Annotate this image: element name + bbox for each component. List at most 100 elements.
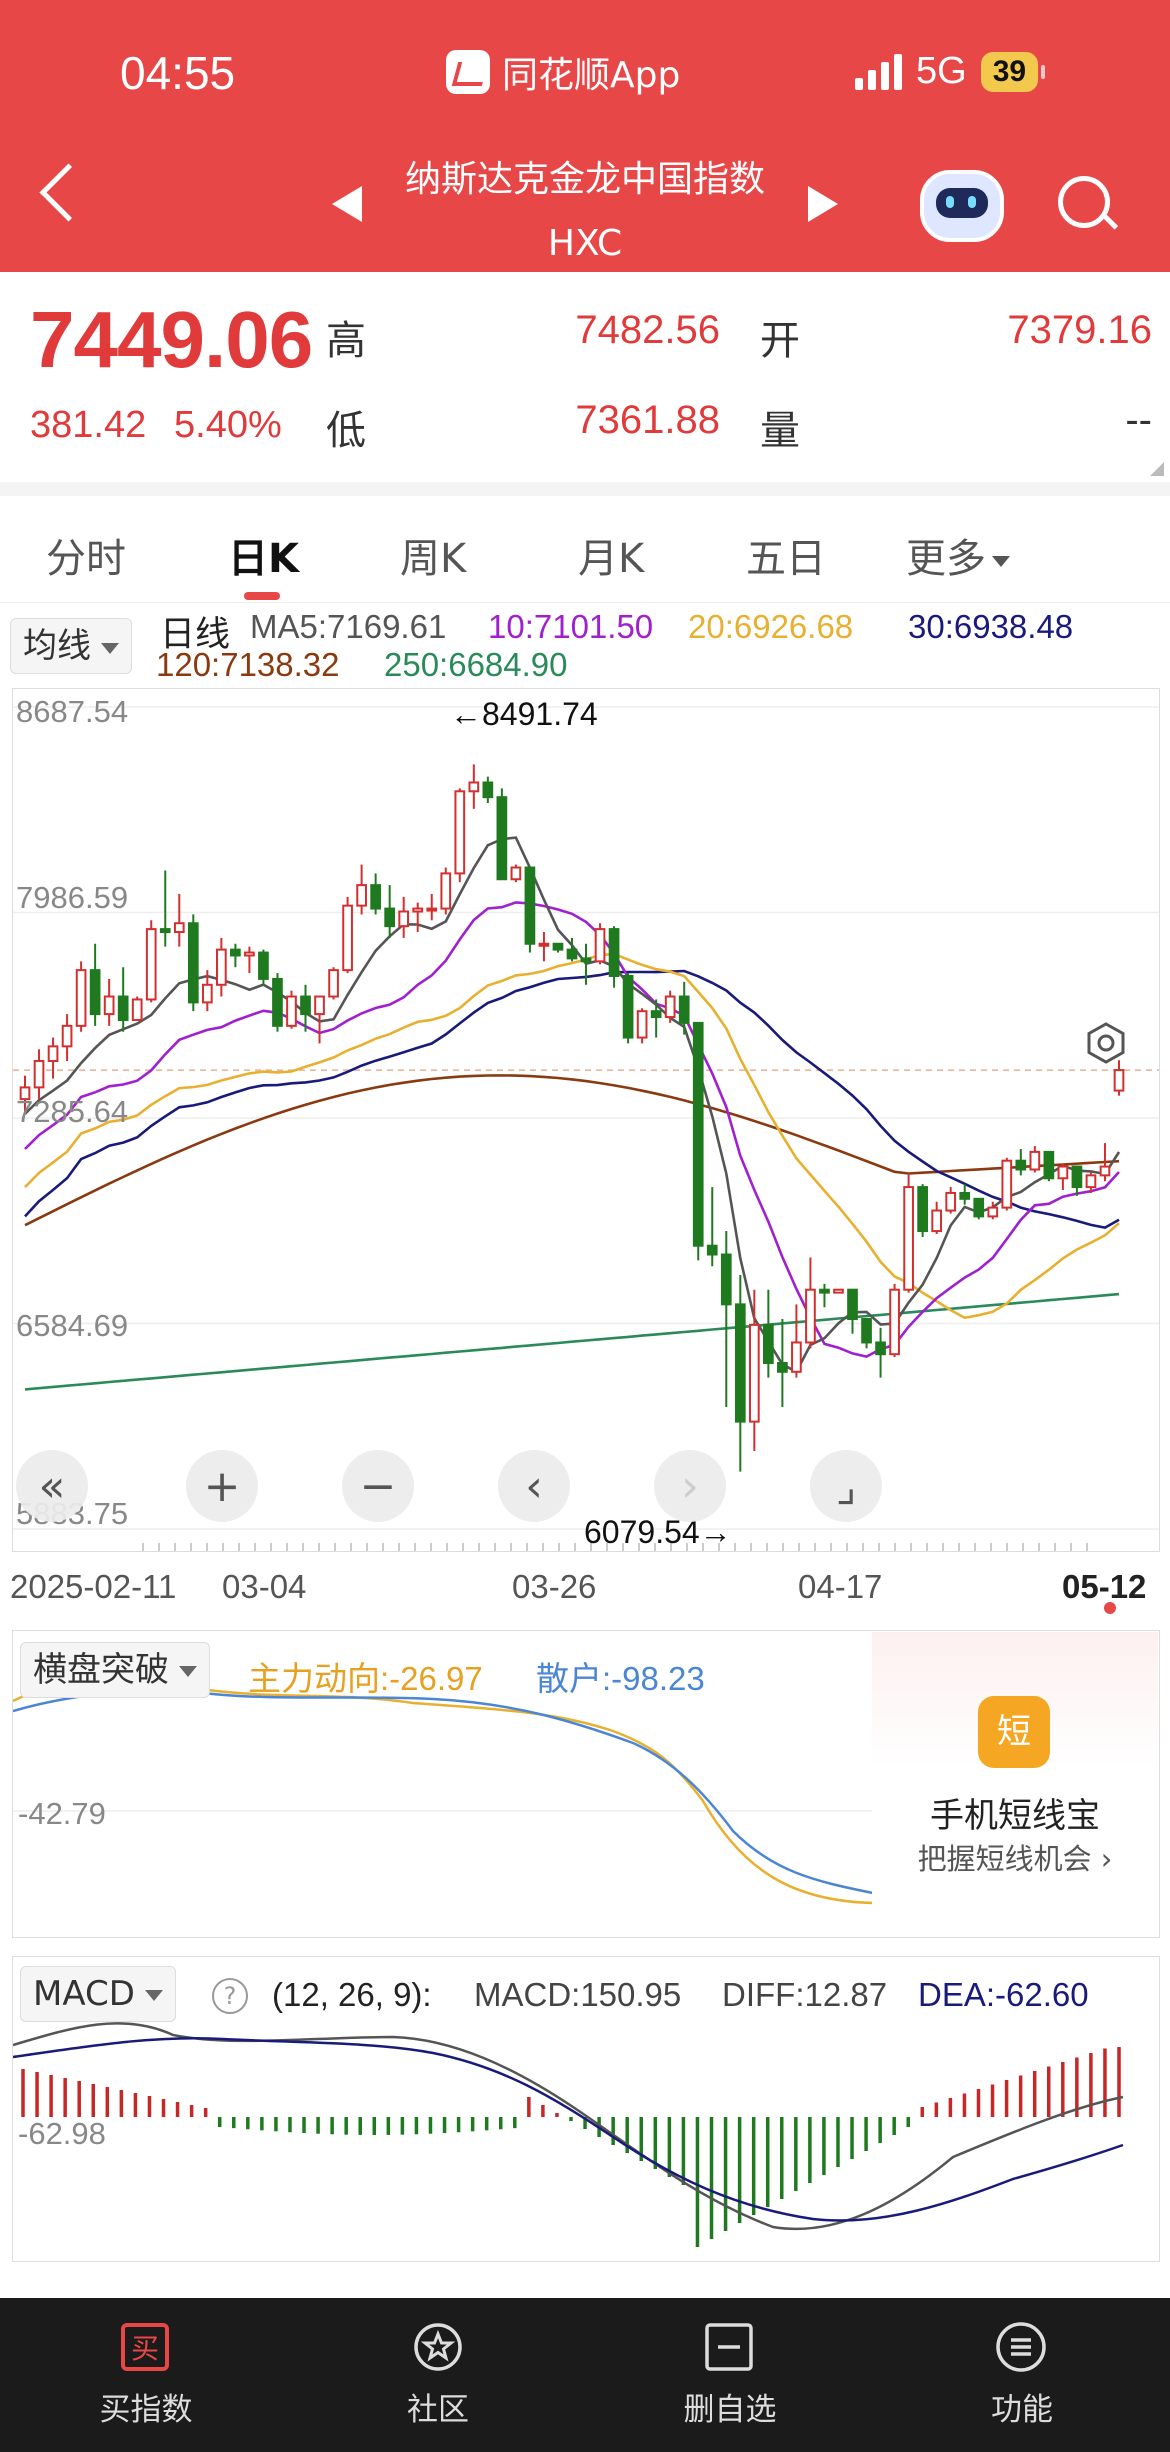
- candle-up: [103, 995, 115, 1016]
- candle-down: [300, 995, 311, 1016]
- nav-community[interactable]: 社区: [292, 2298, 584, 2452]
- volume-label: 量: [760, 408, 800, 454]
- candle-up: [314, 995, 325, 1016]
- kline-svg: [13, 706, 1159, 1551]
- tab-weekly-k[interactable]: 周K: [400, 526, 466, 584]
- candle-down: [763, 1323, 774, 1364]
- candle-down: [1071, 1165, 1083, 1189]
- chevron-down-icon: [992, 555, 1010, 567]
- fullscreen-button[interactable]: ⌟: [810, 1450, 882, 1522]
- candle-down: [706, 1244, 718, 1256]
- app-logo-icon: [446, 50, 490, 94]
- tab-more[interactable]: 更多: [906, 526, 1010, 584]
- candle-up: [454, 790, 466, 875]
- svg-text:买: 买: [131, 2332, 159, 2365]
- x-tick-label: 04-17: [798, 1568, 883, 1605]
- nav-functions[interactable]: 功能: [876, 2298, 1168, 2452]
- help-icon[interactable]: ?: [212, 1978, 248, 2014]
- candle-down: [187, 922, 199, 1004]
- candle-down: [580, 957, 592, 963]
- x-tick-label: 05-12: [1062, 1568, 1147, 1605]
- macd-value: MACD:150.95: [474, 1976, 682, 2013]
- candle-up: [1001, 1159, 1013, 1209]
- chevron-down-icon: [144, 1990, 163, 2001]
- ind2-y-tick: -42.79: [18, 1796, 106, 1831]
- candle-down: [482, 781, 494, 799]
- search-icon[interactable]: [1058, 176, 1110, 228]
- y-tick-label: 7285.64: [16, 1094, 129, 1129]
- ma30-value: 30:6938.48: [908, 608, 1074, 645]
- candle-down: [650, 1010, 662, 1019]
- candle-up: [75, 969, 87, 1027]
- chevron-down-icon: [101, 642, 119, 654]
- kline-chart[interactable]: [12, 688, 1160, 1552]
- tab-intraday[interactable]: 分时: [46, 526, 126, 584]
- nav-remove-watchlist[interactable]: 删自选: [584, 2298, 876, 2452]
- ma250-line: [24, 1292, 1120, 1391]
- low-value: 7361.88: [575, 398, 720, 442]
- instrument-name: 纳斯达克金龙中国指数: [404, 159, 765, 200]
- promo-title: 手机短线宝: [930, 1796, 1100, 1836]
- status-indicators: 5G 39: [855, 50, 1046, 93]
- candle-down: [875, 1341, 886, 1356]
- candle-down: [692, 1021, 704, 1247]
- battery-icon: 39: [980, 51, 1046, 92]
- y-tick-label: 8687.54: [16, 694, 129, 729]
- short-term-icon: 短: [978, 1696, 1050, 1768]
- candle-up: [945, 1191, 957, 1212]
- macd-selector-label: MACD: [33, 1974, 135, 2014]
- main-force-value: 主力动向:-26.97: [248, 1660, 483, 1697]
- candle-down: [678, 995, 690, 1024]
- bottom-nav: 买 买指数 社区 删自选 功能: [0, 2298, 1170, 2452]
- nav-label: 买指数: [99, 2392, 193, 2428]
- candle-up: [356, 884, 367, 907]
- scroll-prev-button[interactable]: ‹: [498, 1450, 570, 1522]
- min-price-label: 6079.54→: [584, 1514, 732, 1550]
- tab-five-day[interactable]: 五日: [746, 526, 826, 584]
- tab-daily-k[interactable]: 日K: [228, 526, 299, 584]
- volume-value: --: [1125, 398, 1152, 442]
- zoom-out-button[interactable]: −: [342, 1450, 414, 1522]
- status-app[interactable]: 同花顺App: [446, 46, 680, 98]
- candle-up: [398, 910, 410, 928]
- ind2-selector[interactable]: 横盘突破: [20, 1642, 210, 1698]
- scroll-first-button[interactable]: «: [16, 1450, 88, 1522]
- candle-down: [230, 948, 241, 957]
- instrument-title: 纳斯达克金龙中国指数 HXC: [332, 148, 838, 276]
- candle-up: [1057, 1165, 1069, 1180]
- back-icon[interactable]: [39, 163, 98, 222]
- next-instrument-icon[interactable]: [808, 186, 838, 222]
- indicator-selector[interactable]: 均线: [10, 618, 132, 674]
- candle-up: [636, 1010, 648, 1039]
- candle-up: [328, 969, 339, 998]
- chevron-down-icon: [179, 1666, 197, 1677]
- candle-up: [1113, 1069, 1125, 1092]
- candle-up: [440, 872, 452, 910]
- tab-monthly-k[interactable]: 月K: [578, 526, 644, 584]
- candle-up: [791, 1341, 802, 1373]
- ma250-value: 250:6684.90: [384, 646, 568, 683]
- candle-up: [201, 983, 213, 1004]
- ma20-line: [24, 952, 1120, 1320]
- candle-down: [89, 969, 101, 1016]
- candle-down: [552, 942, 564, 951]
- promo-subtitle: 把握短线机会 ›: [917, 1842, 1113, 1876]
- ma10-value: 10:7101.50: [488, 608, 654, 645]
- nav-label: 功能: [991, 2392, 1053, 2428]
- scroll-next-button[interactable]: ›: [654, 1450, 726, 1522]
- candle-up: [805, 1288, 816, 1344]
- nav-buy-index[interactable]: 买 买指数: [0, 2298, 292, 2452]
- candle-up: [145, 928, 157, 1001]
- candle-up: [594, 928, 606, 963]
- promo-card[interactable]: 短 手机短线宝 把握短线机会 ›: [872, 1632, 1158, 1936]
- ind2-selector-label: 横盘突破: [33, 1650, 169, 1690]
- prev-instrument-icon[interactable]: [332, 186, 362, 222]
- macd-selector[interactable]: MACD: [20, 1966, 176, 2022]
- candle-up: [538, 942, 550, 947]
- zoom-in-button[interactable]: +: [186, 1450, 258, 1522]
- robot-assistant-icon[interactable]: [920, 170, 1004, 242]
- diff-value: DIFF:12.87: [722, 1976, 888, 2013]
- candle-down: [847, 1288, 858, 1321]
- price-change-pct: 5.40%: [174, 404, 282, 446]
- expand-corner-icon[interactable]: [1150, 462, 1164, 476]
